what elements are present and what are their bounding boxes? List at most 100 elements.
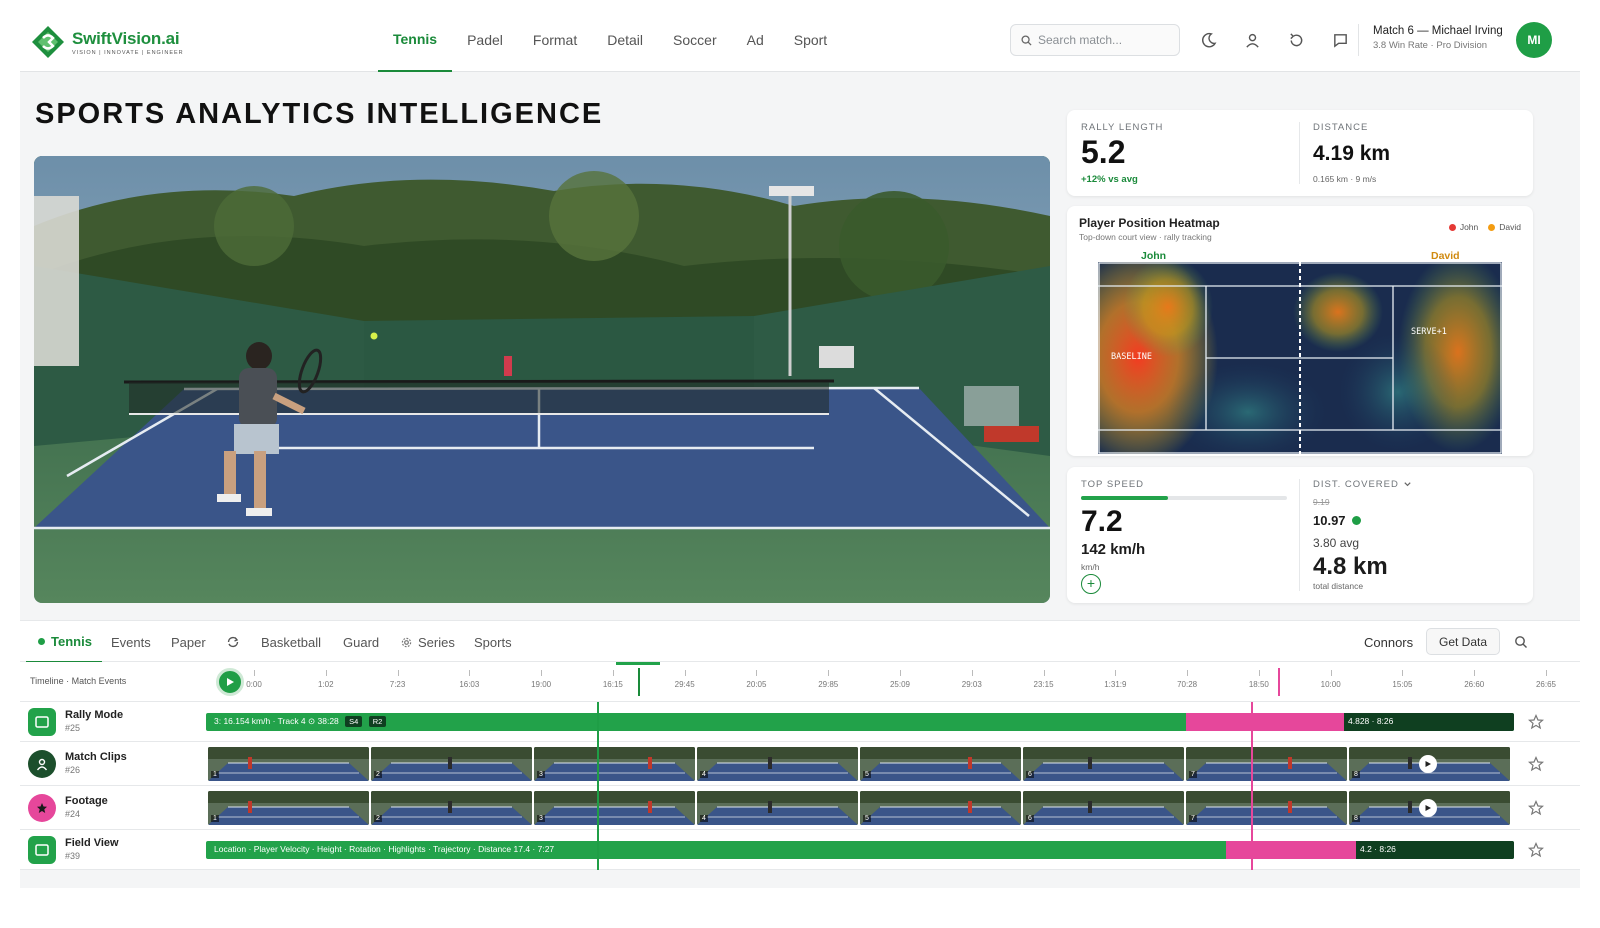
clip-thumbnail[interactable]: 3 [534, 747, 695, 781]
nav-item-format[interactable]: Format [518, 8, 592, 72]
bar-pink-segment [1186, 713, 1344, 731]
track-row-footage: Footage #24 1 2 3 4 5 6 7 8 [20, 786, 1580, 830]
field-view-bar[interactable]: Location · Player Velocity · Height · Ro… [206, 841, 1514, 859]
timeline-header: Timeline · Match Events 0:00 1:02 7:23 16:0… [20, 662, 1580, 702]
footage-strip[interactable]: 1 2 3 4 5 6 7 8 [208, 791, 1510, 825]
track-row-field-view: Field View #39 Location · Player Velocit… [20, 830, 1580, 870]
timeline-tick-mark [397, 670, 399, 676]
clip-thumbnail[interactable]: 8 [1349, 791, 1510, 825]
plus-icon: + [1086, 575, 1096, 591]
clip-thumbnail[interactable]: 3 [534, 791, 695, 825]
timeline-tick-mark [1546, 670, 1547, 676]
tab-events[interactable]: Events [111, 621, 151, 663]
bar-end-label: 4.2 · 8:26 [1360, 844, 1396, 854]
clip-thumbnail[interactable]: 1 [208, 747, 369, 781]
clip-thumbnail[interactable]: 1 [208, 791, 369, 825]
timeline-tick-mark [1043, 670, 1045, 676]
refresh-icon[interactable] [1280, 24, 1312, 56]
clip-thumbnail[interactable]: 7 [1186, 747, 1347, 781]
track-name: Rally Mode [65, 709, 124, 721]
match-video-player[interactable] [34, 156, 1050, 603]
tab-series[interactable]: Series [401, 621, 455, 663]
add-metric-button[interactable]: + [1081, 574, 1101, 594]
nav-item-detail[interactable]: Detail [592, 8, 658, 72]
zone-label-baseline: BASELINE [1111, 352, 1152, 362]
playhead-green[interactable] [638, 668, 640, 696]
clip-play-icon[interactable] [1419, 755, 1437, 773]
clip-number: 3 [537, 815, 545, 822]
star-icon[interactable] [1528, 800, 1544, 816]
play-icon [227, 678, 234, 686]
chat-icon[interactable] [1324, 24, 1356, 56]
top-speed-value: 7.2 [1081, 505, 1123, 538]
timeline-tick-label: 26:60 [1464, 680, 1485, 689]
timeline-range-highlight [616, 662, 660, 665]
connors-label[interactable]: Connors [1364, 621, 1413, 663]
player-label-david: David [1431, 250, 1460, 262]
timeline-tick-mark [1187, 670, 1189, 676]
clip-number: 8 [1352, 771, 1360, 778]
nav-item-tennis[interactable]: Tennis [378, 8, 453, 72]
clip-thumbnail[interactable]: 2 [371, 791, 532, 825]
clip-number: 3 [537, 771, 545, 778]
user-icon[interactable] [1236, 24, 1268, 56]
timeline-tick-mark [900, 670, 901, 676]
nav-item-sport[interactable]: Sport [779, 8, 842, 72]
get-data-button[interactable]: Get Data [1426, 628, 1501, 655]
play-button[interactable] [216, 668, 244, 696]
clip-thumbnail[interactable]: 6 [1023, 747, 1184, 781]
timeline-tick-label: 29:45 [674, 680, 695, 689]
field-view-icon [28, 836, 56, 864]
timeline-tick-mark [541, 670, 543, 676]
nav-item-soccer[interactable]: Soccer [658, 8, 732, 72]
search-icon-bottom[interactable] [1514, 621, 1528, 663]
clip-thumbnail[interactable]: 8 [1349, 747, 1510, 781]
bar-label: Location · Player Velocity · Height · Ro… [214, 844, 555, 854]
card-divider [1299, 122, 1300, 184]
clip-number: 6 [1026, 815, 1034, 822]
clip-play-icon[interactable] [1419, 799, 1437, 817]
track-name: Match Clips [65, 751, 127, 763]
timeline-tick-label: 16:03 [459, 680, 480, 689]
brand-logo[interactable]: SwiftVision.ai VISION | INNOVATE | ENGIN… [30, 24, 184, 60]
tab-guard[interactable]: Guard [343, 621, 379, 663]
tab-tennis[interactable]: Tennis [26, 621, 102, 663]
top-speed-unit: km/h [1081, 562, 1100, 572]
sync-icon[interactable] [226, 621, 240, 663]
tab-sports[interactable]: Sports [474, 621, 512, 663]
pill-s4: S4 [345, 716, 363, 727]
top-navigation-bar: SwiftVision.ai VISION | INNOVATE | ENGIN… [20, 8, 1580, 72]
rally-mode-bar[interactable]: 3: 16.154 km/h · Track 4 ⊙ 38:28 S4 R2 4… [206, 713, 1514, 731]
dist-covered-header[interactable]: DIST. COVERED [1313, 479, 1412, 490]
clip-thumbnail[interactable]: 6 [1023, 791, 1184, 825]
playhead-pink[interactable] [1278, 668, 1280, 696]
tab-paper[interactable]: Paper [171, 621, 206, 663]
card-divider-2 [1299, 479, 1300, 591]
timeline-tick-label: 26:65 [1535, 680, 1557, 689]
clip-thumbnail[interactable]: 2 [371, 747, 532, 781]
match-clips-strip[interactable]: 1 2 3 4 5 6 7 8 [208, 747, 1510, 781]
clip-thumbnail[interactable]: 7 [1186, 791, 1347, 825]
user-info[interactable]: Match 6 — Michael Irving 3.8 Win Rate · … [1373, 25, 1503, 51]
clip-thumbnail[interactable]: 4 [697, 791, 858, 825]
top-speed-progress [1081, 496, 1287, 500]
dist-covered-previous: 9.19 [1313, 497, 1330, 507]
brand-name: SwiftVision.ai [72, 28, 180, 48]
nav-item-ad[interactable]: Ad [732, 8, 779, 72]
star-icon[interactable] [1528, 714, 1544, 730]
clip-thumbnail[interactable]: 5 [860, 791, 1021, 825]
timeline-tick-mark [254, 670, 255, 676]
clip-thumbnail[interactable]: 5 [860, 747, 1021, 781]
moon-icon[interactable] [1192, 24, 1224, 56]
star-icon[interactable] [1528, 842, 1544, 858]
avatar[interactable]: MI [1516, 22, 1552, 58]
tab-basketball[interactable]: Basketball [261, 621, 321, 663]
main-nav: Tennis Padel Format Detail Soccer Ad Spo… [378, 8, 842, 72]
bar-end-label: 4.828 · 8:26 [1348, 716, 1394, 726]
timeline-tick-label: 25:09 [889, 680, 911, 689]
nav-item-padel[interactable]: Padel [452, 8, 518, 72]
clip-thumbnail[interactable]: 4 [697, 747, 858, 781]
search-input[interactable] [1038, 33, 1168, 47]
star-icon[interactable] [1528, 756, 1544, 772]
timeline-tick-mark [684, 670, 686, 676]
